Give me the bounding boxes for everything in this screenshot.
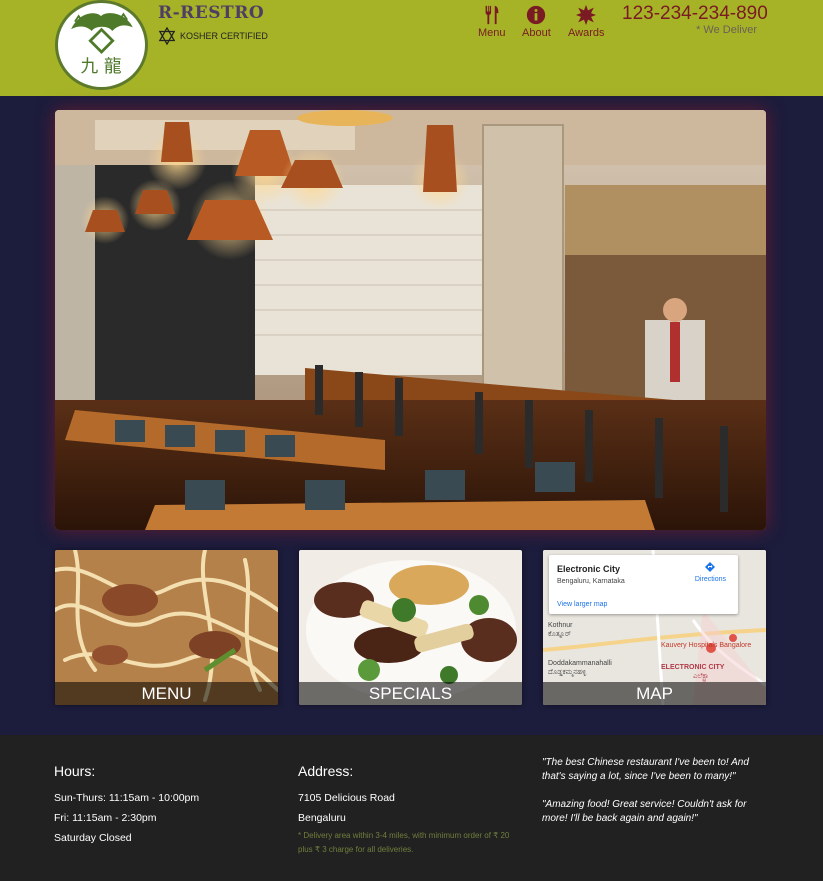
menu-tile-label: MENU	[55, 682, 278, 705]
view-larger-map-link[interactable]: View larger map	[557, 601, 607, 608]
map-info-card: Electronic City Bengaluru, Karnataka Vie…	[549, 555, 738, 614]
kosher-label: KOSHER CERTIFIED	[180, 31, 268, 41]
directions-label: Directions	[694, 576, 726, 583]
phone-number[interactable]: 123-234-234-890	[622, 3, 768, 25]
map-tile-label: MAP	[543, 682, 766, 705]
hours-line: Fri: 11:15am - 2:30pm	[54, 812, 157, 824]
specials-tile-label: SPECIALS	[299, 682, 522, 705]
map-label-kothnur: Kothnur	[548, 622, 573, 629]
nav-menu-label: Menu	[478, 27, 506, 39]
testimonials-section: "The best Chinese restaurant I've been t…	[542, 756, 767, 840]
map-label-doddakammanahalli: Doddakammanahalli	[548, 660, 612, 667]
site-header: 九 龍 R-RESTRO KOSHER CERTIFIED Menu About…	[0, 0, 823, 96]
hours-title: Hours:	[54, 763, 96, 779]
map-label-electronic-city: ELECTRONIC CITY	[661, 664, 725, 671]
hours-section: Hours: Sun-Thurs: 11:15am - 10:00pm Fri:…	[54, 763, 199, 848]
map-label-doddakammanahalli-kn: ದೊಡ್ಡಕಮ್ಮನಹಳ್ಳಿ	[548, 669, 587, 676]
award-icon	[576, 4, 597, 26]
testimonial-quote: "Amazing food! Great service! Couldn't a…	[542, 799, 747, 824]
map-label-hospital: Kauvery Hospitals Bangalore	[661, 642, 752, 649]
site-footer: Hours: Sun-Thurs: 11:15am - 10:00pm Fri:…	[0, 735, 823, 881]
hours-line: Sun-Thurs: 11:15am - 10:00pm	[54, 792, 200, 804]
testimonial-quote: "The best Chinese restaurant I've been t…	[542, 757, 749, 782]
restaurant-interior-photo	[55, 110, 766, 530]
map-place-name: Electronic City	[557, 564, 621, 574]
kosher-badge: KOSHER CERTIFIED	[158, 27, 268, 45]
utensils-icon	[485, 5, 499, 25]
delivery-note: * We Deliver	[696, 24, 757, 36]
hero-image	[55, 110, 766, 530]
delivery-area-note: * Delivery area within 3-4 miles, with m…	[298, 831, 510, 854]
star-of-david-icon	[158, 27, 176, 45]
info-icon	[527, 5, 546, 25]
directions-button[interactable]: Directions	[695, 561, 726, 583]
brand-name: R-RESTRO	[158, 3, 265, 23]
map-label-kothnur-kn: ಕೊತ್ನೂರ್	[548, 631, 571, 638]
restaurant-logo[interactable]: 九 龍	[55, 0, 148, 90]
nav-menu[interactable]: Menu	[478, 4, 506, 39]
map-region: Bengaluru, Karnataka	[557, 578, 625, 585]
dragon-logo-icon: 九 龍	[71, 12, 133, 77]
address-section: Address: 7105 Delicious Road Bengaluru *…	[298, 763, 523, 857]
logo-glyphs: 九 龍	[80, 56, 121, 77]
directions-icon	[705, 562, 716, 572]
nav-awards-label: Awards	[568, 27, 605, 39]
nav-about-label: About	[522, 27, 551, 39]
address-line: 7105 Delicious Road	[298, 792, 395, 804]
nav-awards[interactable]: Awards	[568, 4, 604, 39]
menu-tile[interactable]: MENU	[55, 550, 278, 705]
address-title: Address:	[298, 763, 354, 779]
address-line: Bengaluru	[298, 812, 346, 824]
map-tile[interactable]: Electronic City Bengaluru, Karnataka Vie…	[543, 550, 766, 705]
specials-tile[interactable]: SPECIALS	[299, 550, 522, 705]
map-label-electronic-city-kn: ಎಲೆಕ್ಟ್ರಾ	[693, 673, 709, 680]
nav-about[interactable]: About	[522, 4, 551, 39]
hours-line: Saturday Closed	[54, 832, 132, 844]
